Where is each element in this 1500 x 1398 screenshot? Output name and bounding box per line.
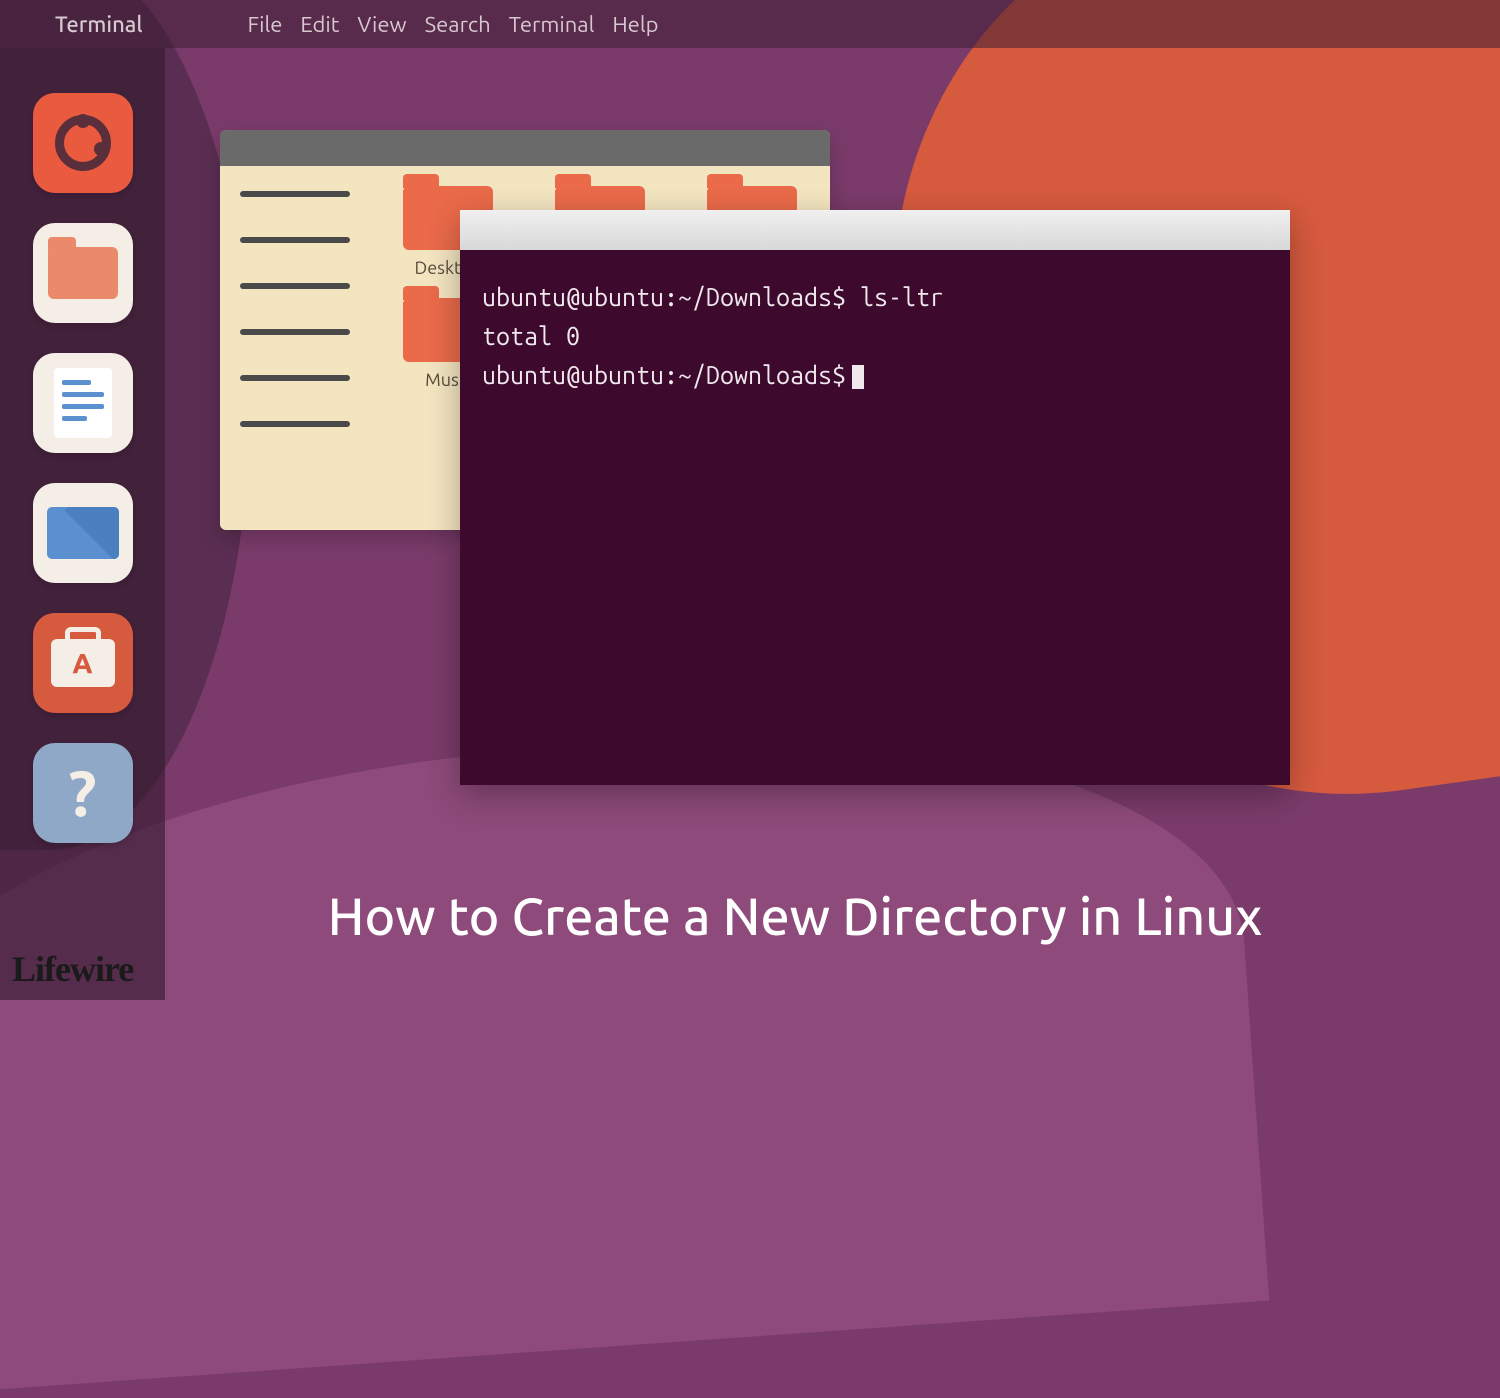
menu-terminal[interactable]: Terminal [509,12,595,37]
window-titlebar[interactable] [220,130,830,166]
briefcase-glyph [51,639,115,687]
menu-search[interactable]: Search [425,12,491,37]
terminal-window[interactable]: ubuntu@ubuntu:~/Downloads$ ls-ltr total … [460,210,1290,785]
menu-view[interactable]: View [357,12,406,37]
bg-shape [0,702,1269,1398]
help-icon[interactable]: ? [33,743,133,843]
app-name: Terminal [55,12,143,37]
file-manager-sidebar [220,166,370,530]
terminal-cursor [852,365,864,389]
terminal-titlebar[interactable] [460,210,1290,250]
ubuntu-logo-icon[interactable] [33,93,133,193]
watermark-logo: Lifewire [12,948,133,990]
question-glyph: ? [68,757,96,829]
top-menu-bar: Terminal File Edit View Search Terminal … [0,0,1500,48]
mail-icon[interactable] [33,483,133,583]
envelope-glyph [47,507,119,559]
document-glyph [54,368,112,438]
menu-file[interactable]: File [248,12,283,37]
ubuntu-glyph [55,115,111,171]
files-icon[interactable] [33,223,133,323]
terminal-body[interactable]: ubuntu@ubuntu:~/Downloads$ ls-ltr total … [460,250,1290,422]
page-title: How to Create a New Directory in Linux [0,887,1500,945]
terminal-line: total 0 [482,322,580,350]
launcher-dock: ? [0,48,165,1000]
software-center-icon[interactable] [33,613,133,713]
folder-glyph [48,247,118,299]
menu-edit[interactable]: Edit [300,12,339,37]
menu-items: File Edit View Search Terminal Help [248,12,659,37]
document-icon[interactable] [33,353,133,453]
terminal-line: ubuntu@ubuntu:~/Downloads$ ls-ltr [482,283,944,311]
terminal-line: ubuntu@ubuntu:~/Downloads$ [482,361,846,389]
menu-help[interactable]: Help [612,12,658,37]
